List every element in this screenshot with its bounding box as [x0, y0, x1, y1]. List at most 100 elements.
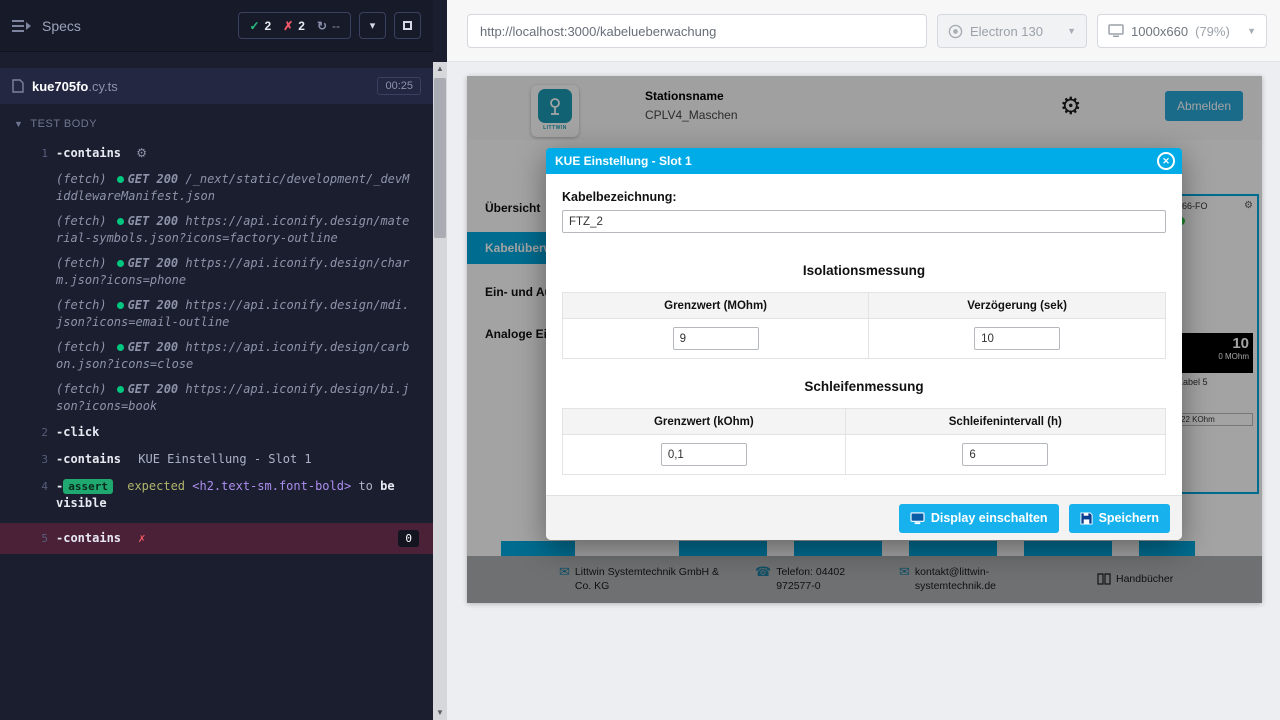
modal-body: Kabelbezeichnung: Isolationsmessung Gren…	[546, 174, 1182, 475]
table-cell	[845, 435, 1165, 475]
reporter-header: Specs ✓2 ✗2 ↻-- ▾	[0, 0, 433, 52]
loop-interval-input[interactable]	[962, 443, 1048, 466]
viewport-icon	[1108, 24, 1124, 38]
isolation-limit-input[interactable]	[673, 327, 759, 350]
success-dot-icon	[117, 302, 124, 309]
loop-col-limit: Grenzwert (kOhm)	[563, 409, 846, 435]
command-click[interactable]: 2 -click	[0, 419, 433, 446]
modal-footer: Display einschalten Speichern	[546, 495, 1182, 540]
table-cell	[563, 319, 869, 359]
fetch-url: https://api.iconify.design/charm.json?ic…	[56, 256, 409, 287]
table-cell	[563, 435, 846, 475]
assert-to: to	[358, 479, 372, 493]
aut-stage: LITTWIN Stationsname CPLV4_Maschen ⚙ Abm…	[447, 62, 1280, 720]
cable-designation-input[interactable]	[562, 210, 1166, 233]
isolation-heading: Isolationsmessung	[562, 263, 1166, 278]
command-name: -contains	[56, 452, 121, 466]
scroll-up-arrow[interactable]: ▲	[433, 62, 447, 76]
isolation-col-limit: Grenzwert (MOhm)	[563, 293, 869, 319]
viewport-size: 1000x660	[1131, 24, 1188, 39]
command-argument: KUE Einstellung - Slot 1	[138, 452, 311, 466]
test-stats[interactable]: ✓2 ✗2 ↻--	[238, 12, 351, 39]
display-icon	[910, 512, 925, 525]
fetch-status: GET 200	[128, 340, 179, 354]
close-icon[interactable]: ✕	[1157, 152, 1175, 170]
loop-limit-input[interactable]	[661, 443, 747, 466]
specs-menu-icon[interactable]	[12, 19, 32, 33]
spec-ext: .cy.ts	[88, 79, 117, 94]
isolation-table: Grenzwert (MOhm) Verzögerung (sek)	[562, 292, 1166, 359]
fetch-url: https://api.iconify.design/carbon.json?i…	[56, 340, 409, 371]
fetch-url: /_next/static/development/_devMiddleware…	[56, 172, 409, 203]
modal-title: KUE Einstellung - Slot 1	[546, 148, 1182, 174]
success-dot-icon	[117, 386, 124, 393]
chevron-down-icon: ▼	[1067, 26, 1076, 36]
stop-icon	[403, 21, 412, 30]
table-cell	[869, 319, 1166, 359]
fetch-url: https://api.iconify.design/bi.json?icons…	[56, 382, 409, 413]
spec-file-row[interactable]: kue705fo.cy.ts 00:25	[0, 68, 433, 104]
cable-designation-label: Kabelbezeichnung:	[562, 190, 1166, 204]
success-dot-icon	[117, 218, 124, 225]
browser-select[interactable]: Electron 130 ▼	[937, 14, 1087, 48]
fetch-status: GET 200	[128, 382, 179, 396]
command-contains-2[interactable]: 3 -contains KUE Einstellung - Slot 1	[0, 446, 433, 473]
check-icon: ✓	[249, 19, 259, 33]
command-name: -contains	[56, 531, 121, 545]
fetch-status: GET 200	[128, 256, 179, 270]
viewport-select[interactable]: 1000x660 (79%) ▼	[1097, 14, 1267, 48]
command-contains-1[interactable]: 1 -contains ⚙	[0, 140, 433, 167]
command-number: 1	[28, 145, 48, 162]
success-dot-icon	[117, 260, 124, 267]
floppy-icon	[1080, 512, 1093, 525]
command-name: -click	[56, 425, 99, 439]
fetch-log-row[interactable]: (fetch)GET 200 https://api.iconify.desig…	[0, 209, 433, 251]
fetch-log-row[interactable]: (fetch) GET 200 https://api.iconify.desig…	[0, 335, 433, 377]
command-number: 3	[28, 451, 48, 468]
assert-badge: assert	[63, 479, 113, 494]
scrollbar-thumb[interactable]	[434, 78, 446, 238]
retry-count-badge: 0	[398, 530, 419, 547]
x-icon: ✗	[283, 19, 293, 33]
fetch-log-row[interactable]: (fetch)GET 200 https://api.iconify.desig…	[0, 251, 433, 293]
fetch-status: GET 200	[128, 172, 179, 186]
loop-heading: Schleifenmessung	[562, 379, 1166, 394]
stop-button[interactable]	[394, 12, 421, 39]
stat-pending: ↻--	[317, 19, 340, 33]
command-contains-failed[interactable]: 5 -contains ✗ 0	[0, 523, 433, 554]
fetch-label: (fetch)	[56, 172, 107, 186]
fetch-label: (fetch)	[56, 340, 107, 354]
test-body-section[interactable]: ▼ TEST BODY	[0, 112, 433, 136]
fail-x-icon: ✗	[138, 531, 145, 545]
chevron-down-icon: ▼	[1247, 26, 1256, 36]
specs-label[interactable]: Specs	[42, 18, 81, 34]
stat-failed: ✗2	[283, 19, 305, 33]
fetch-status: GET 200	[128, 298, 179, 312]
scroll-down-arrow[interactable]: ▼	[433, 706, 447, 720]
save-button[interactable]: Speichern	[1069, 504, 1170, 533]
assert-expected: expected	[127, 479, 185, 493]
stat-passed: ✓2	[249, 19, 271, 33]
browser-name: Electron 130	[970, 24, 1043, 39]
browser-icon	[948, 24, 963, 39]
success-dot-icon	[117, 176, 124, 183]
reporter-scrollbar[interactable]: ▲ ▼	[433, 62, 447, 720]
collapse-button[interactable]: ▾	[359, 12, 386, 39]
fetch-label: (fetch)	[56, 382, 107, 396]
spec-name: kue705fo.cy.ts	[32, 79, 118, 94]
caret-down-icon: ▼	[14, 119, 23, 129]
display-on-button[interactable]: Display einschalten	[899, 504, 1059, 533]
isolation-delay-input[interactable]	[974, 327, 1060, 350]
fetch-log-row[interactable]: (fetch)GET 200 https://api.iconify.desig…	[0, 293, 433, 335]
isolation-col-delay: Verzögerung (sek)	[869, 293, 1166, 319]
spec-file-icon	[12, 79, 24, 93]
command-name: -contains	[56, 146, 121, 160]
command-assert[interactable]: 4 -assert expected <h2.text-sm.font-bold…	[0, 473, 433, 517]
fetch-log-row[interactable]: (fetch) GET 200 https://api.iconify.desig…	[0, 377, 433, 419]
refresh-icon: ↻	[317, 19, 327, 33]
command-log: 1 -contains ⚙ (fetch) GET 200 /_next/stat…	[0, 140, 433, 720]
url-input[interactable]	[467, 14, 927, 48]
fetch-label: (fetch)	[56, 298, 107, 312]
loop-col-interval: Schleifenintervall (h)	[845, 409, 1165, 435]
fetch-log-row[interactable]: (fetch) GET 200 /_next/static/development…	[0, 167, 433, 209]
